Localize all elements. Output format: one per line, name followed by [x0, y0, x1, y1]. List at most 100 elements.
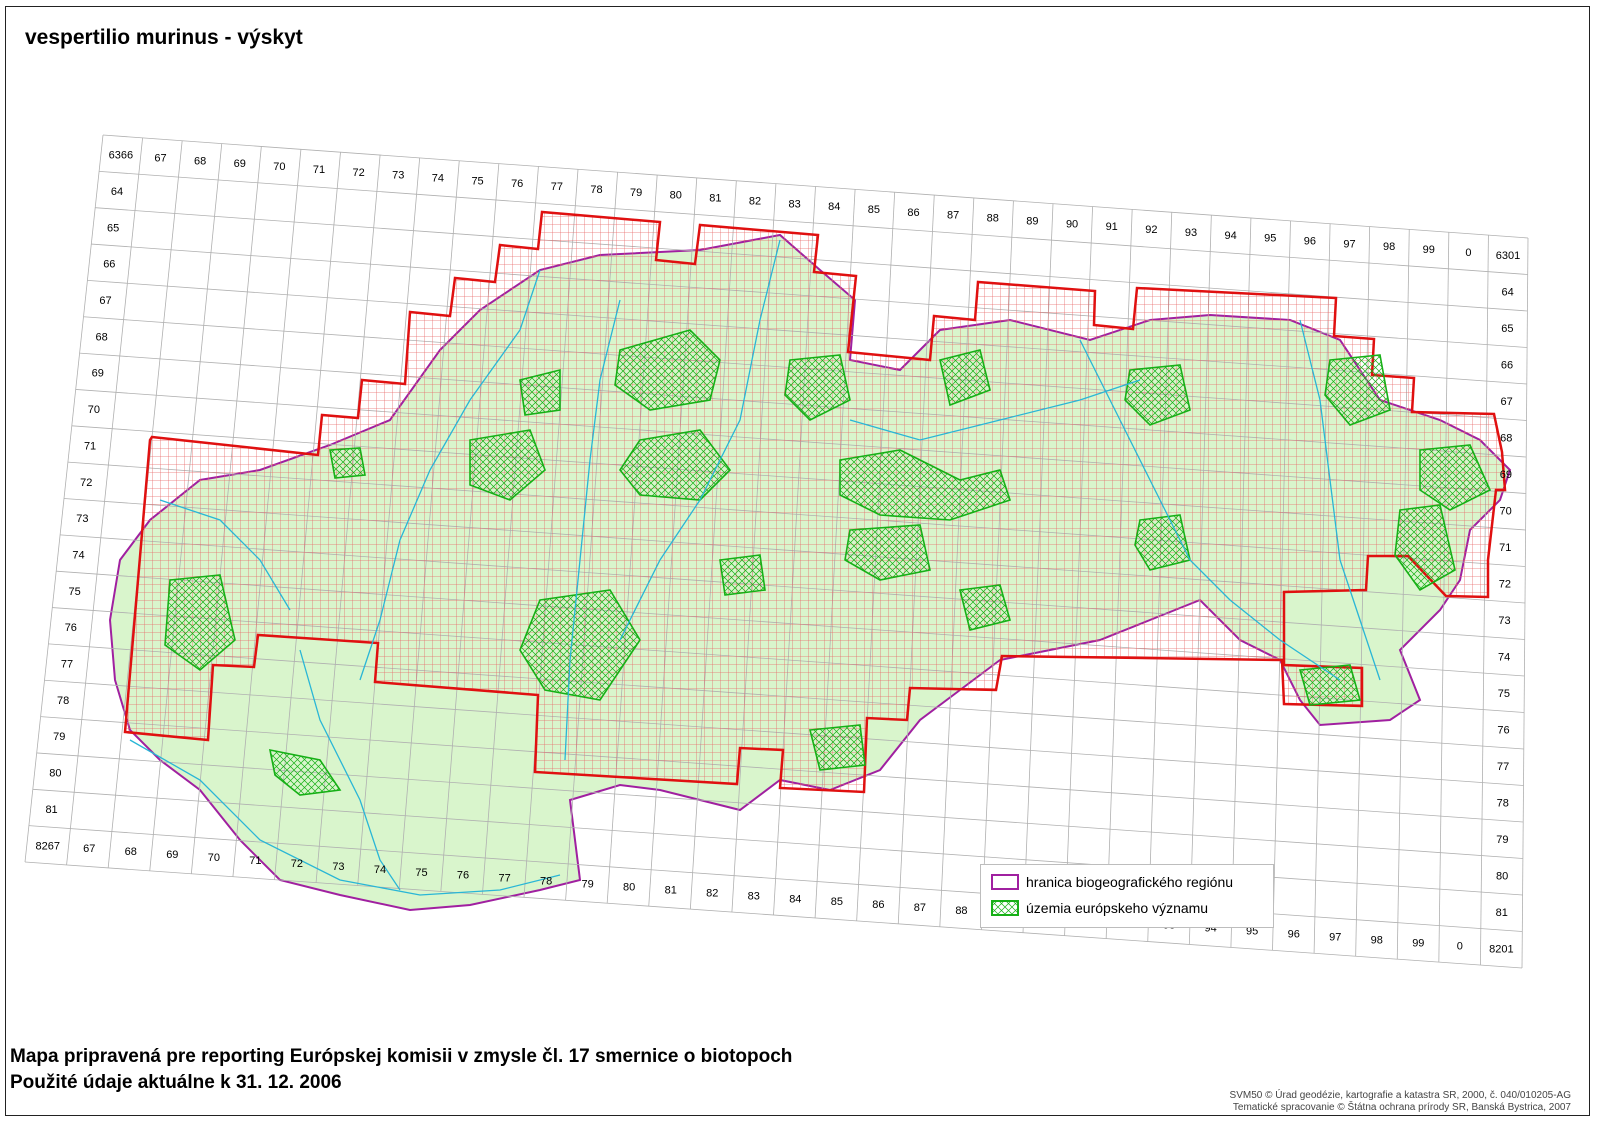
- grid-label-top: 86: [907, 207, 919, 219]
- grid-label-right: 75: [1498, 688, 1510, 700]
- legend-label-sites: územia európskeho významu: [1026, 900, 1209, 916]
- grid-label-top: 85: [868, 204, 880, 216]
- grid-label-bottom: 0: [1457, 940, 1463, 952]
- grid-label-left: 64: [111, 186, 123, 198]
- grid-label-bottom: 84: [789, 893, 801, 905]
- grid-label-bottom: 70: [208, 852, 220, 864]
- footer-line-2: Použité údaje aktuálne k 31. 12. 2006: [10, 1072, 342, 1093]
- grid-label-left: 71: [84, 440, 96, 452]
- grid-label-bottom: 69: [166, 849, 178, 861]
- credits-line-1: SVM50 © Úrad geodézie, kartografie a kat…: [1229, 1090, 1571, 1101]
- grid-label-bottom: 68: [125, 846, 137, 858]
- copyright-credits: SVM50 © Úrad geodézie, kartografie a kat…: [1230, 1090, 1571, 1114]
- grid-label-top: 78: [590, 184, 602, 196]
- grid-label-top: 83: [789, 198, 801, 210]
- grid-line-horizontal: [28, 825, 1523, 932]
- grid-label-left: 68: [95, 331, 107, 343]
- grid-label-top: 98: [1383, 241, 1395, 253]
- grid-label-top: 91: [1106, 221, 1118, 233]
- grid-label-right: 78: [1497, 797, 1509, 809]
- grid-label-top: 77: [551, 181, 563, 193]
- grid-label-left: 73: [76, 513, 88, 525]
- grid-label-right: 73: [1498, 615, 1510, 627]
- grid-label-left: 66: [103, 259, 115, 271]
- grid-label-top: 89: [1026, 215, 1038, 227]
- grid-label-bottom: 80: [623, 881, 635, 893]
- grid-label-bottom: 71: [249, 855, 261, 867]
- grid-label-bottom: 76: [457, 870, 469, 882]
- grid-label-bottom: 86: [872, 899, 884, 911]
- grid-label-top: 80: [670, 190, 682, 202]
- legend-item-sites: územia európskeho významu: [991, 900, 1208, 916]
- grid-label-bottom: 73: [332, 861, 344, 873]
- grid-label-right: 74: [1498, 651, 1510, 663]
- green-hatched-swatch-icon: [991, 900, 1019, 916]
- grid-label-left: 79: [53, 731, 65, 743]
- grid-label-right: 76: [1497, 724, 1509, 736]
- grid-label-bottom: 8201: [1489, 943, 1513, 955]
- grid-label-bottom: 96: [1288, 929, 1300, 941]
- grid-label-left: 77: [61, 659, 73, 671]
- grid-label-left: 65: [107, 222, 119, 234]
- grid-label-top: 6301: [1496, 250, 1520, 262]
- grid-label-right: 80: [1496, 870, 1508, 882]
- grid-line-horizontal: [24, 861, 1523, 969]
- grid-label-top: 79: [630, 187, 642, 199]
- grid-label-right: 79: [1496, 834, 1508, 846]
- grid-label-top: 93: [1185, 227, 1197, 239]
- grid-label-left: 70: [88, 404, 100, 416]
- grid-label-right: 70: [1499, 505, 1511, 517]
- grid-label-top: 70: [273, 161, 285, 173]
- grid-label-top: 87: [947, 210, 959, 222]
- grid-label-right: 64: [1502, 286, 1514, 298]
- grid-label-right: 65: [1501, 323, 1513, 335]
- grid-label-bottom: 81: [665, 884, 677, 896]
- grid-label-top: 67: [154, 152, 166, 164]
- grid-label-bottom: 8267: [35, 840, 59, 852]
- grid-label-top: 81: [709, 193, 721, 205]
- map-legend: hranica biogeografického regiónu územia …: [980, 864, 1274, 928]
- grid-label-bottom: 85: [831, 896, 843, 908]
- credits-line-2: Tematické spracovanie © Štátna ochrana p…: [1232, 1102, 1571, 1113]
- grid-label-top: 94: [1224, 230, 1236, 242]
- grid-label-left: 78: [57, 695, 69, 707]
- grid-map: 6366 67 68 69 70 71 72 73 74 75 76 77 78 79 80 81 82 83 84…: [24, 134, 1529, 969]
- grid-label-left: 67: [99, 295, 111, 307]
- grid-label-top: 68: [194, 155, 206, 167]
- grid-label-left: 74: [72, 549, 84, 561]
- grid-label-top: 72: [353, 167, 365, 179]
- footer-line-1: Mapa pripravená pre reporting Európskej …: [10, 1046, 793, 1067]
- grid-label-top: 82: [749, 195, 761, 207]
- grid-label-top: 75: [471, 175, 483, 187]
- purple-outline-swatch-icon: [991, 874, 1019, 890]
- grid-label-bottom: 67: [83, 843, 95, 855]
- grid-label-bottom: 77: [498, 873, 510, 885]
- legend-label-boundary: hranica biogeografického regiónu: [1026, 874, 1234, 890]
- grid-label-top: 74: [432, 173, 444, 185]
- grid-label-right: 72: [1499, 578, 1511, 590]
- grid-label-left: 69: [92, 368, 104, 380]
- grid-label-right: 77: [1497, 761, 1509, 773]
- grid-label-bottom: 87: [914, 902, 926, 914]
- grid-label-bottom: 82: [706, 887, 718, 899]
- grid-label-left: 72: [80, 477, 92, 489]
- grid-label-bottom: 78: [540, 876, 552, 888]
- grid-label-bottom: 75: [415, 867, 427, 879]
- legend-item-boundary: hranica biogeografického regiónu: [991, 874, 1233, 890]
- grid-label-bottom: 98: [1371, 934, 1383, 946]
- grid-label-left: 81: [45, 804, 57, 816]
- grid-label-right: 71: [1499, 542, 1511, 554]
- grid-label-right: 67: [1501, 396, 1513, 408]
- grid-label-top: 99: [1423, 244, 1435, 256]
- grid-label-top: 73: [392, 170, 404, 182]
- grid-label-bottom: 97: [1329, 932, 1341, 944]
- grid-label-right: 68: [1500, 432, 1512, 444]
- grid-label-left: 80: [49, 768, 61, 780]
- grid-label-bottom: 74: [374, 864, 386, 876]
- grid-label-top: 95: [1264, 233, 1276, 245]
- grid-label-top: 76: [511, 178, 523, 190]
- grid-label-top: 90: [1066, 218, 1078, 230]
- grid-label-bottom: 88: [955, 905, 967, 917]
- grid-label-left: 75: [69, 586, 81, 598]
- grid-label-top: 84: [828, 201, 840, 213]
